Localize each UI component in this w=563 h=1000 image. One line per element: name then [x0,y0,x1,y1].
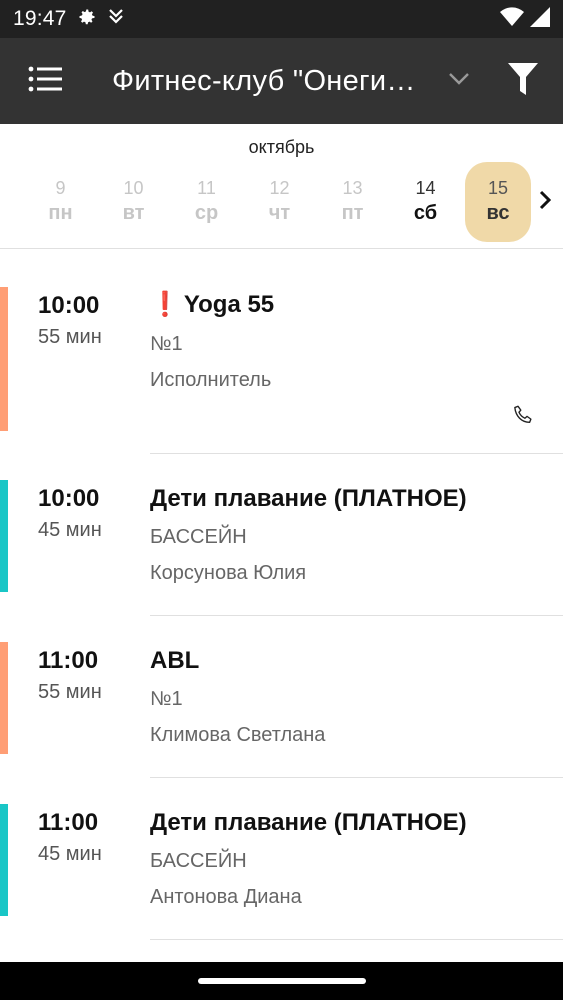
menu-button[interactable] [0,38,90,124]
class-title: Дети плавание (ПЛАТНОЕ) [150,485,467,512]
chevron-right-icon [539,190,552,215]
chevron-down-icon [448,72,470,91]
app-bar: Фитнес-клуб "Онеги… [0,38,563,124]
schedule-list: 10:00 55 мин ❗ Yoga 55 №1 Исполнитель 10:… [0,250,563,940]
day-number: 10 [123,178,144,198]
schedule-item[interactable]: 10:00 55 мин ❗ Yoga 55 №1 Исполнитель [0,250,563,454]
category-color-bar [0,287,8,431]
club-title[interactable]: Фитнес-клуб "Онеги… [112,65,430,98]
class-trainer: Антонова Диана [150,886,302,908]
month-label: октябрь [248,137,315,157]
class-title-text: Yoga 55 [183,291,275,318]
class-room: БАССЕЙН [150,850,247,872]
day-12[interactable]: 12 чт [243,162,316,242]
day-number: 11 [197,178,216,198]
class-title: Дети плавание (ПЛАТНОЕ) [150,809,467,836]
schedule-item[interactable]: 11:00 45 мин Дети плавание (ПЛАТНОЕ) БАС… [0,778,563,940]
day-number: 15 [487,178,509,198]
filter-icon [508,62,538,100]
class-duration: 45 мин [38,843,102,865]
class-time: 10:00 [38,292,100,319]
alert-exclamation-icon: ❗ [150,291,180,318]
schedule-item[interactable]: 10:00 45 мин Дети плавание (ПЛАТНОЕ) БАС… [0,454,563,616]
day-15-selected[interactable]: 15 вс [465,162,531,242]
category-color-bar [0,804,8,916]
day-of-week: пн [48,202,73,224]
item-divider [150,939,563,940]
day-11[interactable]: 11 ср [170,162,243,242]
class-trainer: Корсунова Юлия [150,562,307,584]
day-of-week: ср [194,202,219,224]
class-title: ❗ Yoga 55 [150,290,274,319]
day-9[interactable]: 9 пн [24,162,97,242]
status-bar: 19:47 [0,0,563,38]
day-13[interactable]: 13 пт [316,162,389,242]
class-time: 11:00 [38,647,99,674]
day-of-week: чт [268,202,291,224]
phone-icon [512,404,534,431]
day-of-week: сб [413,202,438,224]
system-nav-bar [0,962,563,1000]
class-time: 10:00 [38,485,100,512]
wifi-icon [500,6,524,32]
category-color-bar [0,480,8,592]
filter-button[interactable] [491,38,555,124]
day-10[interactable]: 10 вт [97,162,170,242]
day-selector: 9 пн 10 вт 11 ср 12 чт 13 пт 14 сб 15 вс [24,162,531,242]
cellular-signal-icon [530,6,550,32]
class-title: ABL [150,647,200,674]
download-notification-icon [107,7,125,32]
calendar-strip: октябрь 9 пн 10 вт 11 ср 12 чт 13 пт 14 … [0,124,563,249]
day-of-week: вт [122,202,145,224]
category-color-bar [0,642,8,754]
day-14[interactable]: 14 сб [389,162,462,242]
class-room: №1 [150,333,183,355]
class-room: №1 [150,688,183,710]
class-trainer: Исполнитель [150,369,272,391]
home-gesture-handle[interactable] [198,978,366,984]
class-duration: 45 мин [38,519,102,541]
day-number: 13 [342,178,363,198]
call-button[interactable] [510,404,536,430]
next-week-button[interactable] [534,188,556,216]
day-number: 9 [55,178,66,198]
class-room: БАССЕЙН [150,526,247,548]
day-number: 14 [415,178,436,198]
status-time: 19:47 [13,7,67,30]
class-duration: 55 мин [38,681,102,703]
day-number: 12 [269,178,290,198]
day-of-week: пт [341,202,364,224]
day-of-week: вс [486,202,510,224]
club-dropdown-button[interactable] [434,38,484,124]
hamburger-icon [28,65,62,98]
class-duration: 55 мин [38,326,102,348]
schedule-item[interactable]: 11:00 55 мин ABL №1 Климова Светлана [0,616,563,778]
settings-gear-icon [77,7,97,32]
class-trainer: Климова Светлана [150,724,326,746]
class-time: 11:00 [38,809,99,836]
